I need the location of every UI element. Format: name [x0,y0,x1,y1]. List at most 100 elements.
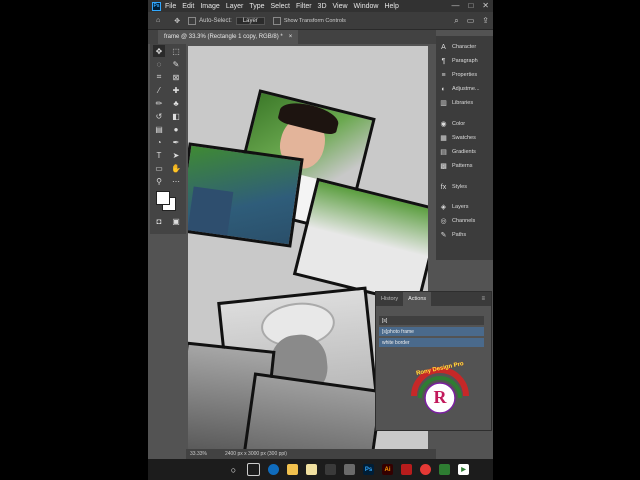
action-set-row[interactable]: [s] [379,316,484,325]
windows-taskbar: ○ Ps Ai ▶ [148,459,493,480]
photoshop-taskbar-icon[interactable]: Ps [363,464,374,475]
panel-patterns[interactable]: ▩ Patterns [440,160,472,172]
share-icon[interactable]: ⇪ [482,16,489,26]
zoom-level[interactable]: 33.33% [190,451,207,457]
panel-gradients[interactable]: ▤ Gradients [440,146,476,158]
adjustments-icon: ◐ [441,85,446,93]
edge-icon[interactable] [268,464,279,475]
crop-icon[interactable]: ⌗ [153,71,165,83]
workspace-icon[interactable]: ▭ [467,16,475,26]
dodge-icon[interactable]: ◔ [153,136,165,148]
styles-icon: fx [440,183,447,191]
eraser-icon[interactable]: ◧ [170,110,182,122]
move-icon[interactable]: ✥ [153,45,165,57]
minimize-button[interactable]: — [451,1,459,10]
menu-edit[interactable]: Edit [182,3,194,10]
menu-view[interactable]: View [333,3,348,10]
paragraph-icon: ¶ [441,57,446,65]
gradient-icon[interactable]: ▤ [153,123,165,135]
close-button[interactable]: ✕ [482,1,489,10]
tab-history[interactable]: History [376,292,403,306]
shape-icon[interactable]: ▭ [153,162,165,174]
maximize-button[interactable]: □ [468,1,473,10]
gradients-icon: ▤ [440,149,447,156]
healing-icon[interactable]: ✚ [170,84,182,96]
document-tab[interactable]: frame @ 33.3% (Rectangle 1 copy, RGB/8) … [158,30,299,44]
libraries-icon: ▥ [440,100,447,107]
stamp-icon[interactable]: ♣ [170,97,182,109]
screen-mode-icon[interactable]: ▣ [170,215,182,227]
artboard-icon[interactable]: ⬚ [170,45,182,57]
hand-icon[interactable]: ✋ [170,162,182,174]
quick-select-icon[interactable]: ✎ [170,58,182,70]
pen-icon[interactable]: ✒ [170,136,182,148]
foreground-color-swatch[interactable] [156,191,170,205]
panel-paragraph[interactable]: ¶ Paragraph [440,55,478,67]
menu-3d[interactable]: 3D [318,3,327,10]
zoom-icon[interactable]: ⚲ [153,175,165,187]
patterns-icon: ▩ [440,163,447,170]
panel-character[interactable]: A Character [440,41,476,53]
panel-layers-label: Layers [452,204,469,210]
task-view-icon[interactable] [247,463,260,476]
chrome-taskbar-icon[interactable] [420,464,431,475]
panel-styles[interactable]: fx Styles [440,181,467,193]
auto-select-dropdown[interactable]: Layer [235,16,265,25]
menu-filter[interactable]: Filter [296,3,312,10]
menu-select[interactable]: Select [271,3,290,10]
panel-layers[interactable]: ◈ Layers [440,201,469,213]
watermark-logo: Rony Design Pro R [404,358,476,418]
lasso-icon[interactable]: ◌ [153,58,165,70]
actions-panel-tabs: History Actions ≡ [376,292,491,306]
history-brush-icon[interactable]: ↺ [153,110,165,122]
transform-controls-checkbox[interactable] [272,16,281,25]
auto-select-checkbox[interactable] [188,16,197,25]
panel-adjustments[interactable]: ◐ Adjustme... [440,83,479,95]
menu-help[interactable]: Help [384,3,398,10]
swatches-icon: ▦ [440,135,447,142]
frame-icon[interactable]: ⊠ [170,71,182,83]
brush-icon[interactable]: ✏ [153,97,165,109]
path-select-icon[interactable]: ➤ [170,149,182,161]
action-row-white-border[interactable]: white border [379,338,484,347]
options-right-icons: ⌕ ▭ ⇪ [454,16,489,26]
move-tool-icon[interactable]: ✥ [174,17,180,25]
blur-icon[interactable]: ● [170,123,182,135]
panel-channels[interactable]: ◎ Channels [440,215,475,227]
menu-layer[interactable]: Layer [226,3,244,10]
panel-libraries[interactable]: ▥ Libraries [440,97,473,109]
home-icon[interactable]: ⌂ [156,17,160,24]
menu-window[interactable]: Window [354,3,379,10]
photoshop-window: Ps File Edit Image Layer Type Select Fil… [148,0,493,480]
document-tab-label: frame @ 33.3% (Rectangle 1 copy, RGB/8) … [164,34,283,40]
properties-icon: ≡ [441,71,446,79]
search-icon[interactable]: ⌕ [454,16,458,26]
app-icon[interactable] [325,464,336,475]
panel-menu-icon[interactable]: ≡ [481,296,485,302]
panel-properties[interactable]: ≡ Properties [440,69,477,81]
pdf-taskbar-icon[interactable] [401,464,412,475]
layers-icon: ◈ [440,204,447,211]
camtasia-taskbar-icon[interactable] [439,464,450,475]
play-taskbar-icon[interactable]: ▶ [458,464,469,475]
action-row-photo-frame[interactable]: [s]photo frame [379,327,484,336]
app-icon-2[interactable] [344,464,355,475]
search-icon[interactable]: ○ [228,464,239,475]
more-tools-icon[interactable]: ⋯ [170,175,182,187]
eyedropper-icon[interactable]: ⁄ [153,84,165,96]
type-icon[interactable]: T [153,149,165,161]
status-bar: 33.33% 2400 px x 3000 px (300 ppi) [186,449,436,459]
menu-type[interactable]: Type [249,3,264,10]
panel-color[interactable]: ◉ Color [440,118,465,130]
file-explorer-icon[interactable] [287,464,298,475]
store-icon[interactable] [306,464,317,475]
menu-file[interactable]: File [165,3,176,10]
quick-mask-icon[interactable]: ◘ [153,215,165,227]
menu-image[interactable]: Image [200,3,219,10]
panel-paths[interactable]: ✎ Paths [440,229,467,241]
panel-swatches[interactable]: ▦ Swatches [440,132,476,144]
tab-actions[interactable]: Actions [403,292,432,306]
close-tab-icon[interactable]: × [289,34,293,40]
illustrator-taskbar-icon[interactable]: Ai [382,464,393,475]
panel-libraries-label: Libraries [452,100,474,106]
